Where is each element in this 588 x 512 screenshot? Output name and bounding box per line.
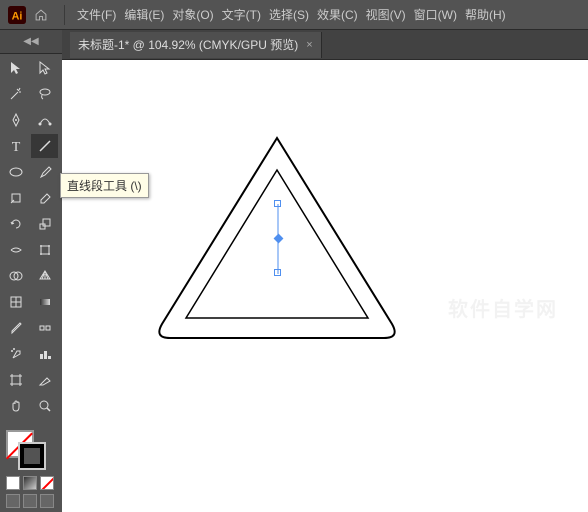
artboard-tool[interactable]	[2, 368, 29, 392]
menu-file[interactable]: 文件(F)	[77, 6, 116, 23]
color-gradient-icon[interactable]	[23, 476, 37, 490]
toolbar-collapse[interactable]: ◀◀	[0, 30, 62, 54]
draw-normal-icon[interactable]	[6, 494, 20, 508]
document-tab[interactable]: 未标题-1* @ 104.92% (CMYK/GPU 预览) ×	[70, 32, 322, 58]
workspace: ◀◀ T	[0, 30, 588, 512]
chevron-left-icon: ◀◀	[23, 36, 38, 47]
draw-behind-icon[interactable]	[23, 494, 37, 508]
column-graph-tool[interactable]	[31, 342, 58, 366]
color-none-icon[interactable]	[40, 476, 54, 490]
menu-help[interactable]: 帮助(H)	[465, 6, 506, 23]
menu-type[interactable]: 文字(T)	[222, 6, 261, 23]
width-tool[interactable]	[2, 238, 29, 262]
svg-text:T: T	[11, 140, 20, 154]
menu-edit[interactable]: 编辑(E)	[124, 6, 164, 23]
scale-tool[interactable]	[31, 212, 58, 236]
artwork	[62, 60, 588, 510]
color-solid-icon[interactable]	[6, 476, 20, 490]
draw-mode-row	[6, 494, 56, 508]
mesh-tool[interactable]	[2, 290, 29, 314]
stroke-swatch[interactable]	[18, 442, 46, 470]
eraser-tool[interactable]	[31, 186, 58, 210]
lasso-tool[interactable]	[31, 82, 58, 106]
menu-window[interactable]: 窗口(W)	[414, 6, 457, 23]
color-swatches	[0, 426, 62, 512]
draw-inside-icon[interactable]	[40, 494, 54, 508]
gradient-tool[interactable]	[31, 290, 58, 314]
magic-wand-tool[interactable]	[2, 82, 29, 106]
selection-line	[274, 200, 284, 278]
separator	[64, 5, 65, 25]
menu-effect[interactable]: 效果(C)	[317, 6, 358, 23]
perspective-tool[interactable]	[31, 264, 58, 288]
app-logo-icon: Ai	[8, 6, 26, 24]
direct-selection-tool[interactable]	[31, 56, 58, 80]
toolbar: ◀◀ T	[0, 30, 62, 512]
fill-stroke-swatch[interactable]	[6, 430, 46, 470]
blend-tool[interactable]	[31, 316, 58, 340]
ellipse-tool[interactable]	[2, 160, 29, 184]
pen-tool[interactable]	[2, 108, 29, 132]
main-menu: 文件(F) 编辑(E) 对象(O) 文字(T) 选择(S) 效果(C) 视图(V…	[77, 6, 506, 23]
canvas[interactable]: 软件自学网	[62, 60, 588, 512]
color-mode-row	[6, 476, 56, 490]
line-segment-tool[interactable]	[31, 134, 58, 158]
tool-tooltip: 直线段工具 (\)	[60, 173, 149, 198]
document-tab-title: 未标题-1* @ 104.92% (CMYK/GPU 预览)	[78, 36, 298, 53]
paintbrush-tool[interactable]	[31, 160, 58, 184]
shaper-tool[interactable]	[2, 186, 29, 210]
zoom-tool[interactable]	[31, 394, 58, 418]
home-icon[interactable]	[32, 6, 50, 24]
menu-view[interactable]: 视图(V)	[366, 6, 406, 23]
symbol-sprayer-tool[interactable]	[2, 342, 29, 366]
canvas-area: 未标题-1* @ 104.92% (CMYK/GPU 预览) × 软件自学网	[62, 30, 588, 512]
free-transform-tool[interactable]	[31, 238, 58, 262]
svg-text:Ai: Ai	[12, 10, 23, 22]
curvature-tool[interactable]	[31, 108, 58, 132]
rotate-tool[interactable]	[2, 212, 29, 236]
selection-tool[interactable]	[2, 56, 29, 80]
type-tool[interactable]: T	[2, 134, 29, 158]
tool-grid: T	[0, 54, 62, 420]
hand-tool[interactable]	[2, 394, 29, 418]
menu-object[interactable]: 对象(O)	[172, 6, 213, 23]
menu-select[interactable]: 选择(S)	[269, 6, 309, 23]
shape-builder-tool[interactable]	[2, 264, 29, 288]
slice-tool[interactable]	[31, 368, 58, 392]
eyedropper-tool[interactable]	[2, 316, 29, 340]
tab-close-button[interactable]: ×	[306, 39, 312, 51]
document-tab-bar: 未标题-1* @ 104.92% (CMYK/GPU 预览) ×	[62, 30, 588, 60]
title-bar: Ai 文件(F) 编辑(E) 对象(O) 文字(T) 选择(S) 效果(C) 视…	[0, 0, 588, 30]
